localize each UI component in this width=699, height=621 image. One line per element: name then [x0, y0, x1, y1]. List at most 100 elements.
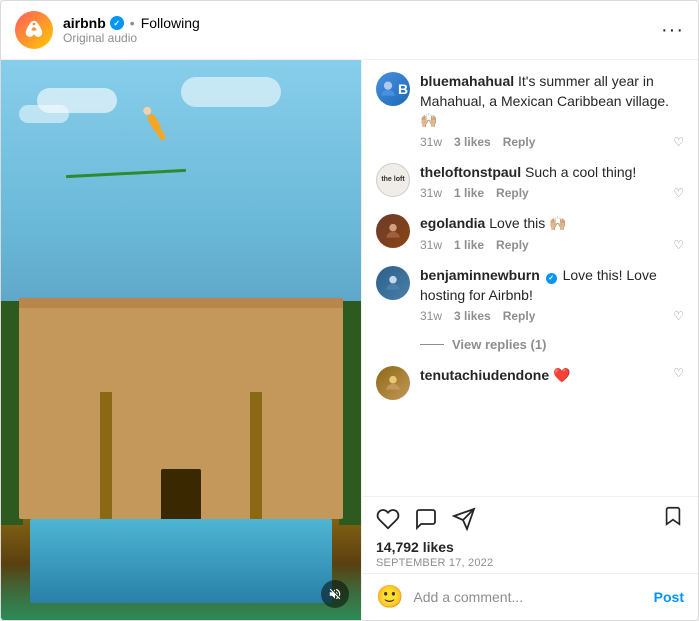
comment-time: 31w [420, 135, 442, 149]
comment-username[interactable]: theloftonstpaul [420, 164, 521, 180]
add-comment-bar: 🙂 Post [362, 573, 698, 620]
reply-button[interactable]: Reply [503, 135, 536, 149]
action-icons [376, 505, 684, 533]
comment-username[interactable]: tenutachiudendone [420, 367, 549, 383]
mute-icon [328, 587, 342, 601]
reply-button[interactable]: Reply [496, 186, 529, 200]
avatar-icon-blue [378, 79, 398, 99]
verified-badge-icon: ✓ [110, 16, 124, 30]
comment-time: 31w [420, 309, 442, 323]
comment-avatar-tenutachiudendone [376, 366, 410, 400]
emoji-button[interactable]: 🙂 [376, 584, 403, 610]
heart-icon[interactable]: ♡ [673, 238, 684, 252]
heart-icon [376, 507, 400, 531]
comment-item: tenutachiudendone ❤️ ♡ [376, 366, 684, 400]
comment-input[interactable] [413, 589, 643, 605]
header-subtitle: Original audio [63, 31, 661, 45]
diving-board [66, 169, 186, 178]
comment-item: the loft theloftonstpaul Such a cool thi… [376, 163, 684, 201]
comment-button[interactable] [414, 507, 438, 531]
comment-avatar-egolandia [376, 214, 410, 248]
heart-icon[interactable]: ♡ [673, 186, 684, 200]
comment-meta: 31w 1 like Reply ♡ [420, 186, 684, 200]
airbnb-avatar[interactable] [15, 11, 53, 49]
building-door [161, 469, 201, 519]
view-replies[interactable]: View replies (1) [420, 337, 684, 352]
comment-likes: 3 likes [454, 135, 491, 149]
post-header: airbnb ✓ • Following Original audio ··· [1, 1, 698, 60]
airbnb-logo-icon [23, 19, 45, 41]
comment-avatar-benjaminnewburn [376, 266, 410, 300]
post-date: September 17, 2022 [376, 557, 684, 569]
comment-body: Such a cool thing! [525, 164, 636, 180]
comment-text: bluemahahual It's summer all year in Mah… [420, 72, 684, 131]
comment-username[interactable]: bluemahahual [420, 73, 514, 89]
comment-body: Love this 🙌🏼 [489, 215, 566, 231]
heart-icon[interactable]: ♡ [673, 135, 684, 149]
heart-icon[interactable]: ♡ [673, 366, 684, 380]
avatar-person-icon-ben [383, 273, 403, 293]
cloud-3 [181, 77, 281, 107]
avatar-person-icon [383, 221, 403, 241]
heart-icon[interactable]: ♡ [673, 309, 684, 323]
avatar-person-icon-tenu [383, 373, 403, 393]
account-username[interactable]: airbnb [63, 15, 106, 31]
save-button[interactable] [662, 505, 684, 533]
comment-item: benjaminnewburn ✓ Love this! Love hostin… [376, 266, 684, 323]
post-image [1, 60, 361, 620]
comment-icon [414, 507, 438, 531]
comment-content: egolandia Love this 🙌🏼 31w 1 like Reply … [420, 214, 684, 252]
diver [137, 103, 170, 142]
reply-button[interactable]: Reply [503, 309, 536, 323]
comment-item: egolandia Love this 🙌🏼 31w 1 like Reply … [376, 214, 684, 252]
building-roof [19, 298, 343, 308]
reply-button[interactable]: Reply [496, 238, 529, 252]
comment-text: theloftonstpaul Such a cool thing! [420, 163, 684, 183]
comment-item: bluemahahual It's summer all year in Mah… [376, 72, 684, 149]
pillar-left [100, 392, 112, 520]
instagram-post: airbnb ✓ • Following Original audio ··· [0, 0, 699, 621]
comment-meta: 31w 3 likes Reply ♡ [420, 309, 684, 323]
header-top: airbnb ✓ • Following [63, 15, 661, 31]
comments-section: bluemahahual It's summer all year in Mah… [361, 60, 698, 620]
comment-avatar-theloft: the loft [376, 163, 410, 197]
building [19, 306, 343, 519]
post-body: bluemahahual It's summer all year in Mah… [1, 60, 698, 620]
comment-content: theloftonstpaul Such a cool thing! 31w 1… [420, 163, 684, 201]
view-replies-line [420, 344, 444, 345]
cloud-2 [19, 105, 69, 123]
diver-legs [156, 129, 166, 141]
view-replies-label[interactable]: View replies (1) [452, 337, 546, 352]
comment-likes: 1 like [454, 238, 484, 252]
post-actions: 14,792 likes September 17, 2022 [362, 496, 698, 573]
share-button[interactable] [452, 507, 476, 531]
comment-likes: 1 like [454, 186, 484, 200]
comment-username[interactable]: egolandia [420, 215, 485, 231]
comment-content: tenutachiudendone ❤️ [420, 366, 663, 386]
following-label[interactable]: Following [141, 15, 200, 31]
comment-meta: 31w 3 likes Reply ♡ [420, 135, 684, 149]
comment-username[interactable]: benjaminnewburn [420, 267, 540, 283]
comment-text: egolandia Love this 🙌🏼 [420, 214, 684, 234]
more-options-icon[interactable]: ··· [661, 19, 684, 42]
bookmark-icon [662, 505, 684, 527]
comment-content: bluemahahual It's summer all year in Mah… [420, 72, 684, 149]
comment-meta: 31w 1 like Reply ♡ [420, 238, 684, 252]
image-content [1, 60, 361, 620]
comment-avatar-bluemahahual [376, 72, 410, 106]
mute-button[interactable] [321, 580, 349, 608]
comments-list: bluemahahual It's summer all year in Mah… [362, 60, 698, 496]
comment-time: 31w [420, 238, 442, 252]
comment-content: benjaminnewburn ✓ Love this! Love hostin… [420, 266, 684, 323]
comment-body: ❤️ [553, 367, 570, 383]
verified-badge-comment-icon: ✓ [546, 273, 557, 284]
likes-count[interactable]: 14,792 likes [376, 539, 684, 555]
post-comment-button[interactable]: Post [654, 589, 684, 605]
comment-likes: 3 likes [454, 309, 491, 323]
like-button[interactable] [376, 507, 400, 531]
pool [30, 519, 332, 603]
comment-time: 31w [420, 186, 442, 200]
header-info: airbnb ✓ • Following Original audio [63, 15, 661, 45]
comment-text: tenutachiudendone ❤️ [420, 366, 663, 386]
pillar-right [250, 392, 262, 520]
